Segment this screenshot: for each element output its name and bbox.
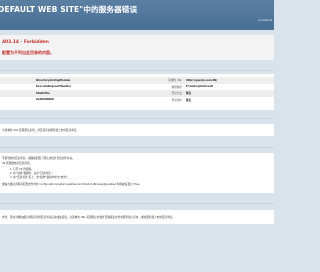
page-title: DEFAULT WEB SITE"中的服务器错误 xyxy=(0,5,138,14)
divider xyxy=(0,203,274,204)
fix-line: 不希望启用目录浏览，请确保配置了默认文档并且该文件存在。 xyxy=(2,157,75,160)
header-host: localhost xyxy=(258,18,272,22)
detail-label xyxy=(0,97,34,104)
error-code: 403.14 - Forbidden xyxy=(2,40,49,45)
likely-cause: 为请求的 URL 配置默认文档，并且没有在服务器上启用目录浏览。 xyxy=(0,124,274,136)
more-info: 文件，且在为网站或应用程序禁用目录浏览后生成此错误。为请求的 URL 配置默认文… xyxy=(0,210,274,224)
error-page: DEFAULT WEB SITE"中的服务器错误 localhost 403.1… xyxy=(0,0,274,272)
divider xyxy=(0,70,274,71)
table-row: 0x00000000 登录用户 匿名 xyxy=(0,97,274,104)
more-info-text: 文件，且在为网站或应用程序禁用目录浏览后生成此错误。为请求的 URL 配置默认文… xyxy=(2,216,175,219)
cause-text: 为请求的 URL 配置默认文档，并且没有在服务器上启用目录浏览。 xyxy=(2,129,79,132)
divider xyxy=(0,118,274,119)
things-to-try: 不希望启用目录浏览，请确保配置了默认文档并且该文件存在。 IIS 管理器启用目录… xyxy=(0,153,274,193)
detailed-info: DirectoryListingModule 请求的 URL http://qq… xyxy=(0,74,274,110)
fix-line: 或站点或应用程序配置文件中的 configuration/system.webS… xyxy=(2,183,142,186)
fix-line: IIS 管理器启用目录浏览。 xyxy=(2,162,32,165)
page-header: DEFAULT WEB SITE"中的服务器错误 localhost xyxy=(0,0,274,30)
detail-table: DirectoryListingModule 请求的 URL http://qq… xyxy=(0,77,274,103)
error-message: 配置为不列出此目录的内容。 xyxy=(2,50,54,55)
detail-value: 0x00000000 xyxy=(36,98,54,102)
fix-step: 3. 在"目录浏览"页上，在"操作"窗格中单击"启用"。 xyxy=(10,176,70,179)
error-summary: 403.14 - Forbidden 配置为不列出此目录的内容。 xyxy=(0,35,274,60)
detail-label: 登录用户 xyxy=(171,98,182,102)
detail-value: 匿名 xyxy=(186,98,192,102)
divider xyxy=(0,147,274,148)
